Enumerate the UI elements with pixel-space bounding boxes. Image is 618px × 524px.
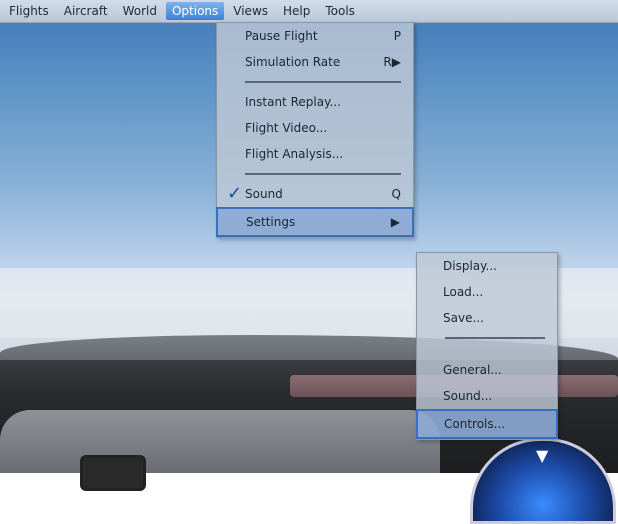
instrument-display [80,455,146,491]
simulation-rate-shortcut: R [383,55,392,69]
sound-shortcut: Q [391,187,401,201]
menu-separator [417,331,557,357]
menu-item-flight-analysis[interactable]: Flight Analysis... [217,141,413,167]
sound-label: Sound [245,187,283,201]
menu-options[interactable]: Options [165,2,225,20]
flight-analysis-label: Flight Analysis... [245,147,344,161]
instrument-panel [0,410,440,473]
menu-world[interactable]: World [117,2,163,20]
save-label: Save... [443,311,484,325]
checkmark-icon: ✓ [227,183,243,204]
instant-replay-label: Instant Replay... [245,95,341,109]
menu-item-sound[interactable]: ✓ Sound Q [217,181,413,207]
submenu-item-general[interactable]: General... [417,357,557,383]
pause-flight-label: Pause Flight [245,29,318,43]
simulation-rate-label: Simulation Rate [245,55,341,69]
menu-bar: Flights Aircraft World Options Views Hel… [0,0,618,23]
menu-flights[interactable]: Flights [3,2,55,20]
general-label: General... [443,363,502,377]
menu-item-instant-replay[interactable]: Instant Replay... [217,89,413,115]
settings-label: Settings [246,215,296,229]
menu-tools[interactable]: Tools [319,2,361,20]
gauge-pointer-icon: ▼ [536,446,549,465]
menu-help[interactable]: Help [277,2,316,20]
load-label: Load... [443,285,484,299]
menu-separator [217,75,413,89]
menu-item-simulation-rate[interactable]: Simulation Rate R▶ [217,49,413,75]
controls-label: Controls... [444,417,506,431]
pause-flight-shortcut: P [393,29,401,43]
submenu-arrow-icon: ▶ [390,215,400,229]
submenu-item-load[interactable]: Load... [417,279,557,305]
menu-item-pause-flight[interactable]: Pause Flight P [217,23,413,49]
menu-item-flight-video[interactable]: Flight Video... [217,115,413,141]
submenu-item-controls[interactable]: Controls... [416,409,558,439]
menu-aircraft[interactable]: Aircraft [58,2,114,20]
menu-item-settings[interactable]: Settings ▶ [216,207,414,237]
submenu-item-save[interactable]: Save... [417,305,557,331]
settings-submenu: Display... Load... Save... General... So… [416,252,558,440]
flight-video-label: Flight Video... [245,121,328,135]
submenu-item-display[interactable]: Display... [417,253,557,279]
submenu-item-sound[interactable]: Sound... [417,383,557,409]
display-label: Display... [443,259,497,273]
menu-separator [217,167,413,181]
menu-views[interactable]: Views [227,2,274,20]
submenu-arrow-icon: ▶ [391,55,401,69]
sound-settings-label: Sound... [443,389,493,403]
options-dropdown-menu: Pause Flight P Simulation Rate R▶ Instan… [216,22,414,238]
